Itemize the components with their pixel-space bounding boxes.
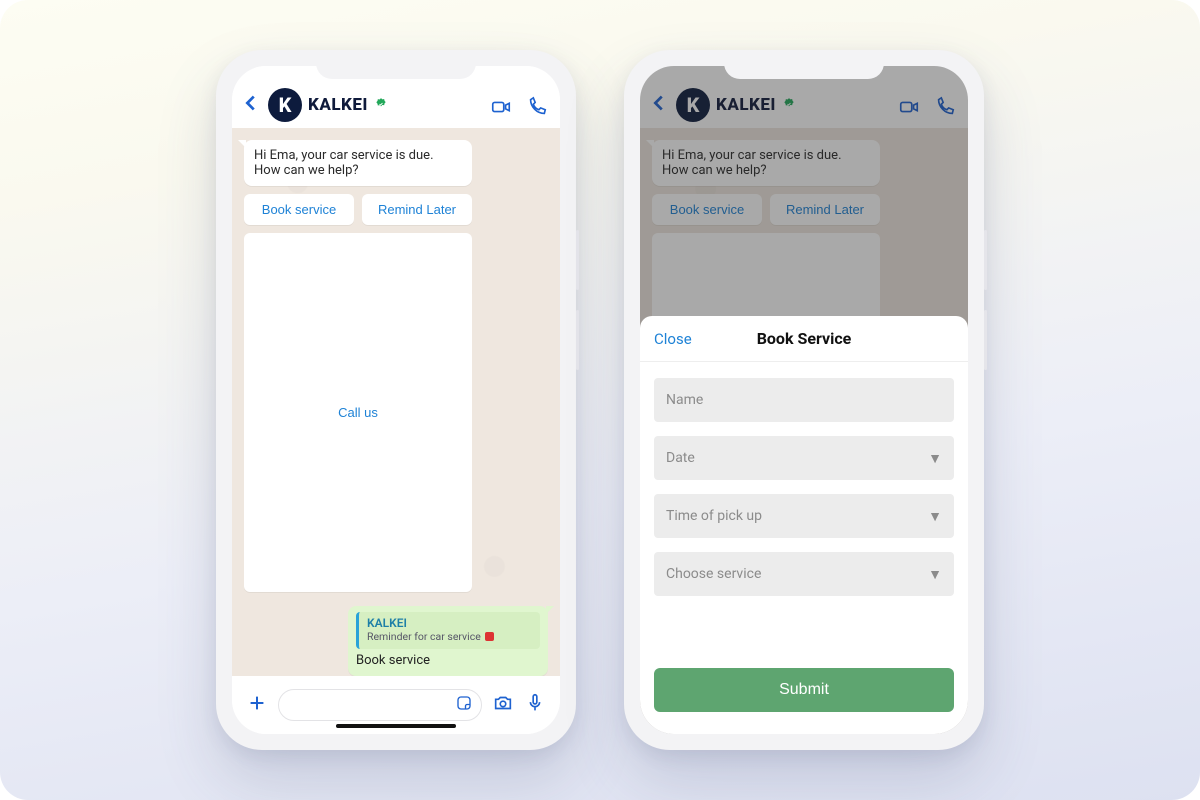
- phone-notch: [724, 53, 884, 79]
- message-input[interactable]: [278, 689, 482, 721]
- home-indicator: [336, 724, 456, 728]
- mic-icon[interactable]: [524, 692, 546, 718]
- call-us-button[interactable]: Call us: [244, 233, 472, 592]
- plus-icon[interactable]: [246, 692, 268, 718]
- showcase-canvas: K KALKEI Hi Ema, your car service i: [0, 0, 1200, 800]
- quote-sender: KALKEI: [367, 616, 534, 630]
- book-service-button[interactable]: Book service: [244, 194, 354, 225]
- date-field-label: Date: [666, 450, 695, 466]
- phone-mock-right: K KALKEI Hi Ema, your car service i: [624, 50, 984, 750]
- book-service-sheet: Close Book Service Name Date ▼ Time of p…: [640, 316, 968, 734]
- time-field-label: Time of pick up: [666, 508, 762, 524]
- video-call-icon[interactable]: [490, 96, 512, 122]
- camera-icon[interactable]: [492, 692, 514, 718]
- name-field-label: Name: [666, 392, 703, 408]
- sticker-icon[interactable]: [455, 694, 473, 716]
- chevron-down-icon: ▼: [928, 566, 942, 583]
- remind-later-button[interactable]: Remind Later: [362, 194, 472, 225]
- reply-quote: KALKEI Reminder for car service: [356, 612, 540, 649]
- phone-screen: K KALKEI Hi Ema, your car service i: [640, 66, 968, 734]
- compose-bar: [232, 676, 560, 734]
- quote-text: Reminder for car service: [367, 630, 481, 643]
- chat-body: Hi Ema, your car service is due. How can…: [232, 128, 560, 676]
- phone-screen: K KALKEI Hi Ema, your car service i: [232, 66, 560, 734]
- date-field[interactable]: Date ▼: [654, 436, 954, 480]
- chat-title: KALKEI: [308, 95, 368, 115]
- close-button[interactable]: Close: [654, 330, 692, 348]
- phone-mock-left: K KALKEI Hi Ema, your car service i: [216, 50, 576, 750]
- incoming-message: Hi Ema, your car service is due. How can…: [244, 140, 472, 186]
- back-icon[interactable]: [240, 92, 262, 118]
- submit-button[interactable]: Submit: [654, 668, 954, 712]
- outgoing-message: KALKEI Reminder for car service Book ser…: [348, 606, 548, 676]
- bookmark-icon: [485, 632, 494, 641]
- name-field[interactable]: Name: [654, 378, 954, 422]
- verified-icon: [374, 96, 388, 115]
- reply-text: Book service: [356, 653, 540, 668]
- phone-notch: [316, 53, 476, 79]
- sheet-header: Close Book Service: [640, 316, 968, 362]
- chevron-down-icon: ▼: [928, 450, 942, 467]
- service-field-label: Choose service: [666, 566, 761, 582]
- sheet-title: Book Service: [757, 329, 852, 348]
- service-field[interactable]: Choose service ▼: [654, 552, 954, 596]
- chevron-down-icon: ▼: [928, 508, 942, 525]
- phone-call-icon[interactable]: [526, 96, 548, 122]
- avatar: K: [268, 88, 302, 122]
- time-field[interactable]: Time of pick up ▼: [654, 494, 954, 538]
